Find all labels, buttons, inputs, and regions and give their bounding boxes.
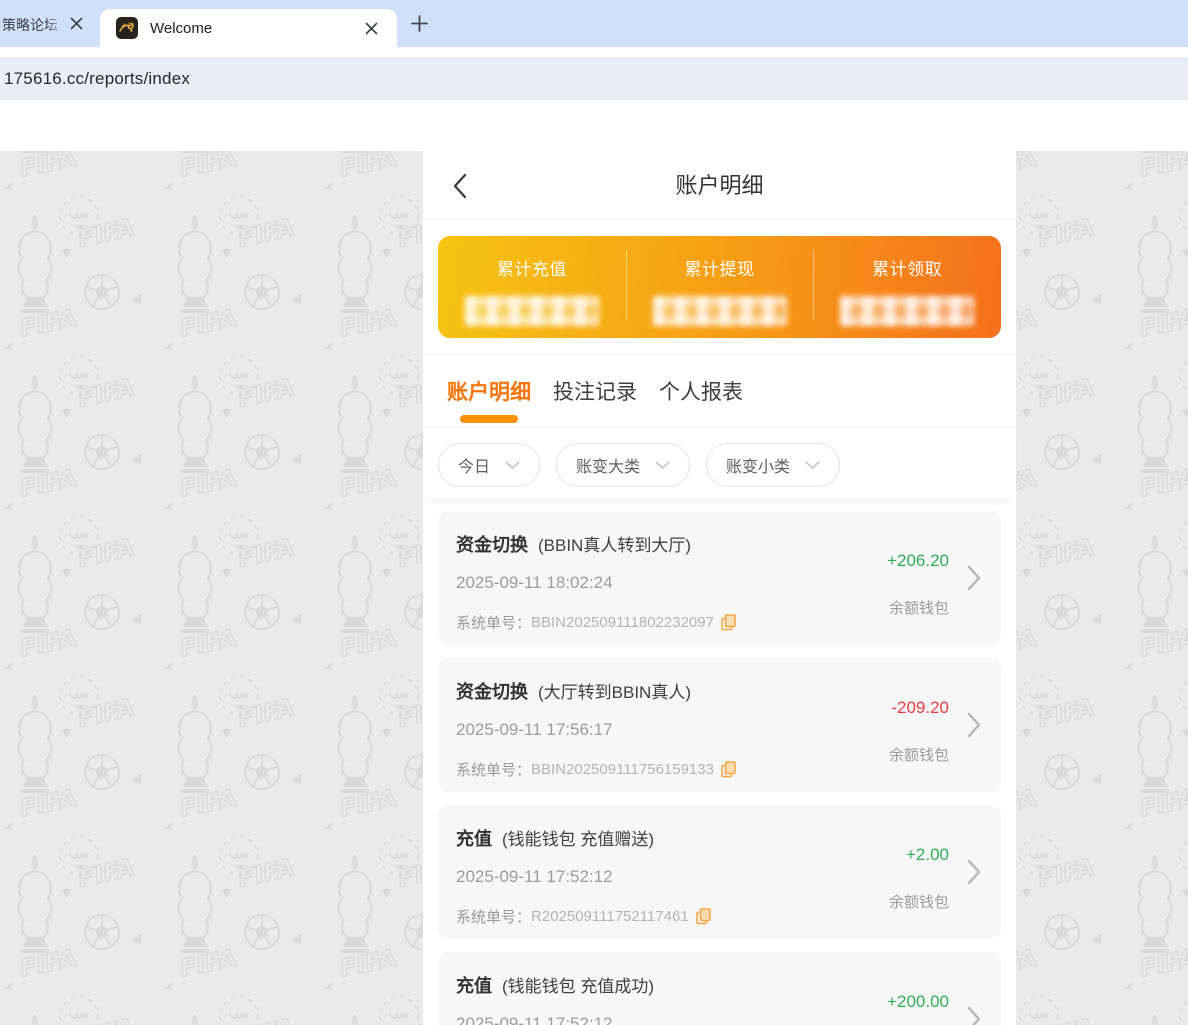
wallet-label: 余额钱包 (889, 744, 949, 765)
stat-label: 累计充值 (438, 255, 626, 280)
page-title: 账户明细 (423, 151, 1016, 220)
filter-label: 今日 (458, 453, 490, 477)
transaction-item[interactable]: 资金切换 (BBIN真人转到大厅) 2025-09-11 18:02:24 系统… (438, 511, 1001, 645)
site-favicon-icon (116, 17, 138, 39)
close-tab-icon[interactable] (365, 22, 378, 35)
tab-account-detail[interactable]: 账户明细 (447, 355, 531, 427)
copy-icon[interactable] (721, 614, 736, 631)
back-icon[interactable] (452, 173, 467, 199)
filter-label: 账变小类 (726, 453, 790, 477)
amount: +206.20 (887, 551, 949, 571)
transaction-item[interactable]: 资金切换 (大厅转到BBIN真人) 2025-09-11 17:56:17 系统… (438, 658, 1001, 792)
report-tabs: 账户明细 投注记录 个人报表 (423, 355, 1016, 428)
stat-label: 累计领取 (813, 255, 1001, 280)
transaction-type: 资金切换 (456, 531, 528, 557)
order-number-label: 系统单号： (456, 906, 531, 927)
transaction-time: 2025-09-11 17:56:17 (456, 720, 613, 740)
chevron-down-icon (805, 461, 820, 470)
browser-toolbar (0, 47, 1188, 57)
page-content: FIFA FIFA 账户明细 (0, 151, 1188, 1025)
amount: +200.00 (887, 992, 949, 1012)
transaction-desc: (钱能钱包 充值成功) (502, 972, 654, 997)
address-bar[interactable]: 175616.cc/reports/index (0, 57, 1188, 100)
browser-tab-forum-label[interactable]: 策略论坛 (2, 15, 64, 35)
close-tab-icon[interactable] (70, 17, 83, 30)
chevron-right-icon (967, 565, 981, 591)
page-top-spacer (0, 100, 1188, 151)
tab-personal-report[interactable]: 个人报表 (659, 355, 743, 427)
chevron-right-icon (967, 1006, 981, 1025)
stat-total-deposit: 累计充值 (438, 236, 626, 338)
url-text[interactable]: 175616.cc/reports/index (0, 69, 190, 89)
transaction-type: 充值 (456, 825, 492, 851)
transaction-time: 2025-09-11 17:52:12 (456, 867, 613, 887)
chevron-down-icon (505, 461, 520, 470)
filter-label: 账变大类 (576, 453, 640, 477)
order-number: BBIN202509111756159133 (531, 761, 714, 778)
chevron-down-icon (655, 461, 670, 470)
redacted-value (840, 296, 974, 326)
chevron-right-icon (967, 712, 981, 738)
wallet-label: 余额钱包 (889, 597, 949, 618)
copy-icon[interactable] (696, 908, 711, 925)
order-number: R202509111752117461 (531, 908, 689, 925)
browser-tab-welcome-label: Welcome (150, 20, 212, 37)
order-number: BBIN202509111802232097 (531, 614, 714, 631)
copy-icon[interactable] (721, 761, 736, 778)
amount: -209.20 (891, 698, 949, 718)
wallet-label: 余额钱包 (889, 891, 949, 912)
stat-total-withdraw: 累计提现 (626, 236, 814, 338)
filter-minor-category-dropdown[interactable]: 账变小类 (706, 443, 840, 487)
tab-bet-records[interactable]: 投注记录 (553, 355, 637, 427)
order-number-label: 系统单号： (456, 612, 531, 633)
transaction-item[interactable]: 充值 (钱能钱包 充值赠送) 2025-09-11 17:52:12 系统单号：… (438, 805, 1001, 939)
amount: +2.00 (906, 845, 949, 865)
panel-header: 账户明细 (423, 151, 1016, 220)
transaction-desc: (BBIN真人转到大厅) (538, 531, 691, 556)
transaction-type: 资金切换 (456, 678, 528, 704)
redacted-value (465, 296, 599, 326)
filter-major-category-dropdown[interactable]: 账变大类 (556, 443, 690, 487)
summary-section: 累计充值 累计提现 累计领取 (423, 220, 1016, 355)
browser-tab-strip: 策略论坛 Welcome (0, 0, 1188, 47)
stat-total-claimed: 累计领取 (813, 236, 1001, 338)
browser-tab-welcome[interactable]: Welcome (100, 9, 397, 47)
stat-label: 累计提现 (626, 255, 814, 280)
transaction-desc: (大厅转到BBIN真人) (538, 678, 691, 703)
account-detail-panel: 账户明细 累计充值 累计提现 累计领取 账户明细 投注记录 (423, 151, 1016, 1025)
transaction-desc: (钱能钱包 充值赠送) (502, 825, 654, 850)
transaction-time: 2025-09-11 18:02:24 (456, 573, 613, 593)
transaction-type: 充值 (456, 972, 492, 998)
chevron-right-icon (967, 859, 981, 885)
order-number-label: 系统单号： (456, 759, 531, 780)
transaction-time: 2025-09-11 17:52:12 (456, 1014, 613, 1025)
filter-date-dropdown[interactable]: 今日 (438, 443, 540, 487)
summary-banner: 累计充值 累计提现 累计领取 (438, 236, 1001, 338)
filter-bar: 今日 账变大类 账变小类 (423, 428, 1016, 499)
transaction-item[interactable]: 充值 (钱能钱包 充值成功) 2025-09-11 17:52:12 +200.… (438, 952, 1001, 1025)
redacted-value (653, 296, 787, 326)
transaction-list: 资金切换 (BBIN真人转到大厅) 2025-09-11 18:02:24 系统… (423, 499, 1016, 1025)
new-tab-icon[interactable] (411, 15, 428, 32)
